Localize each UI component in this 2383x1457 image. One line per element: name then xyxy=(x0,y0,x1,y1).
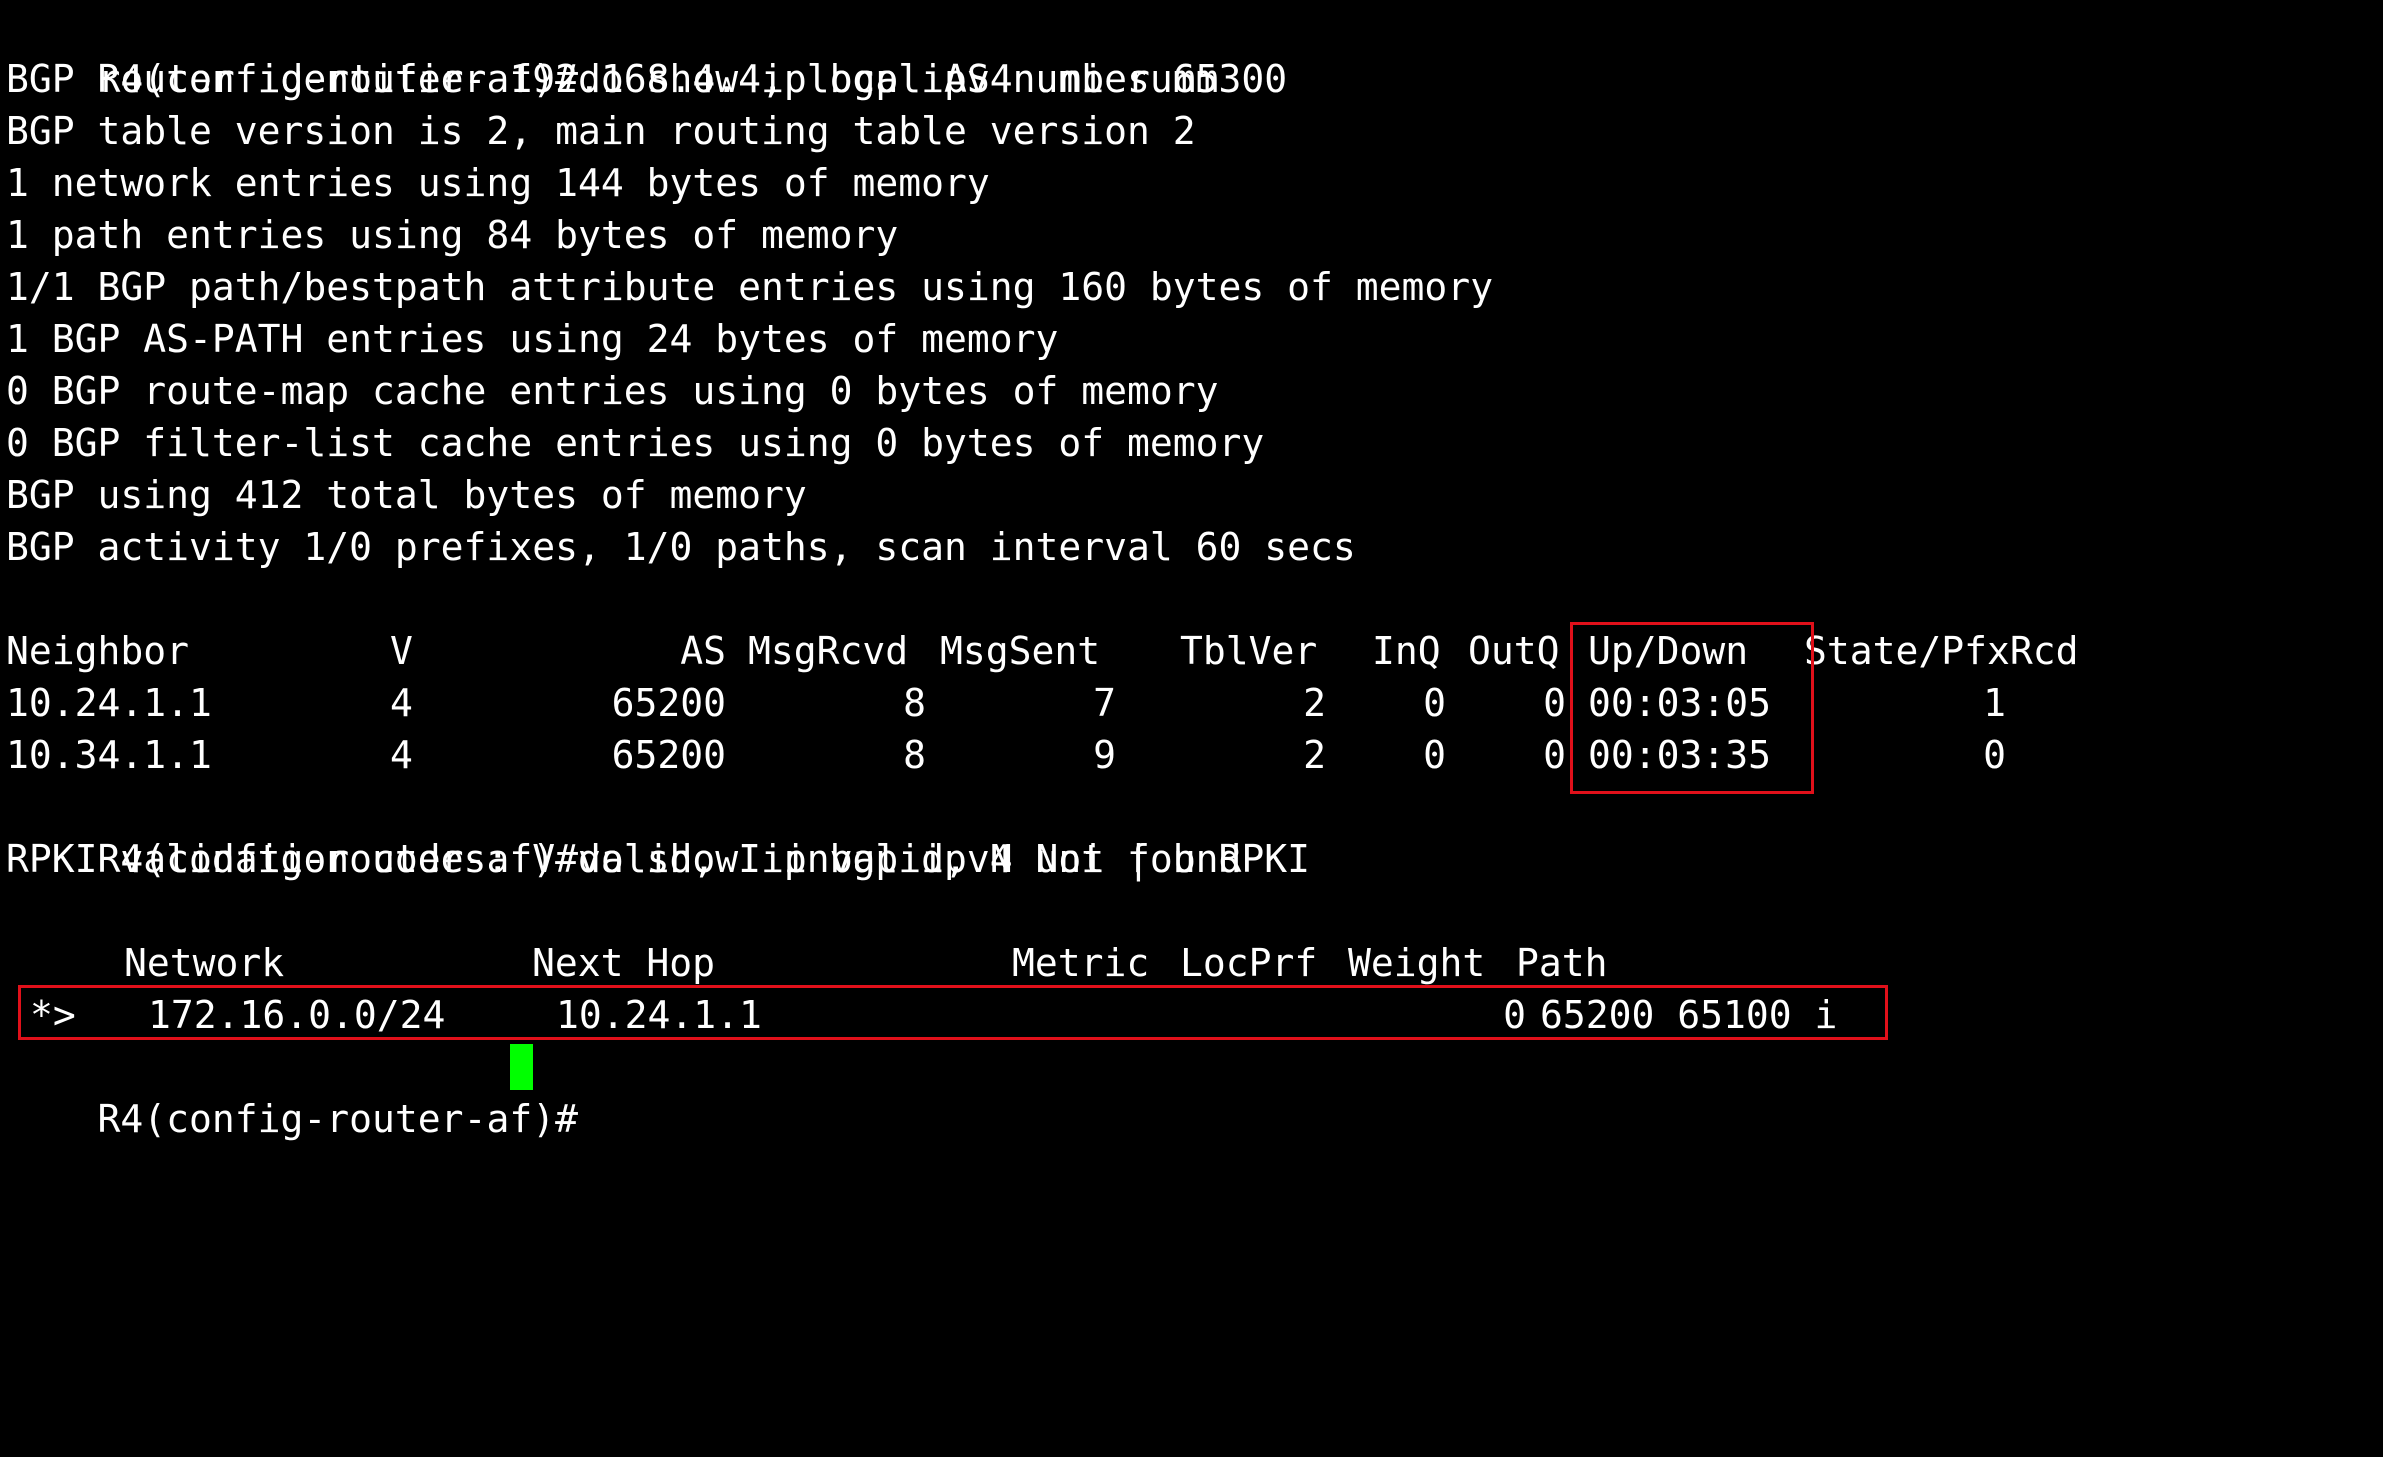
neighbor-tblver: 2 xyxy=(1303,681,1326,725)
output-line: 0 BGP filter-list cache entries using 0 … xyxy=(6,421,1265,465)
output-line: BGP activity 1/0 prefixes, 1/0 paths, sc… xyxy=(6,525,1356,569)
route-table-header: Network Next Hop Metric LocPrf Weight Pa… xyxy=(6,937,2206,989)
neighbor-address: 10.24.1.1 xyxy=(6,681,212,725)
col-header-outq: OutQ xyxy=(1468,629,1560,673)
col-header-tblver: TblVer xyxy=(1180,629,1318,673)
prompt: R4(config-router-af)# xyxy=(97,1097,578,1141)
final-prompt-line[interactable]: R4(config-router-af)# xyxy=(6,1041,578,1141)
neighbor-as: 65200 xyxy=(611,681,726,725)
output-line: 0 BGP route-map cache entries using 0 by… xyxy=(6,369,1219,413)
output-line: 1/1 BGP path/bestpath attribute entries … xyxy=(6,265,1494,309)
neighbor-row: 10.24.1.1 4 65200 8 7 2 0 0 00:03:05 1 xyxy=(6,677,2206,729)
route-highlight-box xyxy=(18,985,1888,1040)
col-header-state: State/PfxRcd xyxy=(1804,629,2079,673)
neighbor-row: 10.34.1.1 4 65200 8 9 2 0 0 00:03:35 0 xyxy=(6,729,2206,781)
col-header-neighbor: Neighbor xyxy=(6,629,190,673)
col-header-inq: InQ xyxy=(1372,629,1441,673)
neighbor-address: 10.34.1.1 xyxy=(6,733,212,777)
neighbor-outq: 0 xyxy=(1543,733,1566,777)
summary-command-line: R4(config-router-af)#do show ip bgp ipv4… xyxy=(6,1,1219,101)
terminal-window[interactable]: R4(config-router-af)#do show ip bgp ipv4… xyxy=(6,0,2383,1141)
neighbor-as: 65200 xyxy=(611,733,726,777)
cursor xyxy=(510,1044,533,1090)
neighbor-version: 4 xyxy=(390,733,413,777)
neighbor-inq: 0 xyxy=(1423,733,1446,777)
output-line: 1 path entries using 84 bytes of memory xyxy=(6,213,899,257)
col-header-path: Path xyxy=(1516,941,1608,985)
col-header-v: V xyxy=(390,629,413,673)
neighbor-outq: 0 xyxy=(1543,681,1566,725)
rpki-legend: RPKI validation codes: V valid, I invali… xyxy=(6,837,1242,881)
neighbor-version: 4 xyxy=(390,681,413,725)
neighbor-table-header: Neighbor V AS MsgRcvd MsgSent TblVer InQ… xyxy=(6,625,2206,677)
output-line: 1 BGP AS-PATH entries using 24 bytes of … xyxy=(6,317,1059,361)
neighbor-msgrcvd: 8 xyxy=(903,681,926,725)
col-header-metric: Metric xyxy=(1012,941,1150,985)
col-header-msgrcvd: MsgRcvd xyxy=(748,629,909,673)
output-line: BGP router identifier 192.168.4.4, local… xyxy=(6,57,1288,101)
output-line: BGP using 412 total bytes of memory xyxy=(6,473,807,517)
rpki-command-line: R4(config-router-af)#do show ip bgp ipv4… xyxy=(6,781,1311,881)
output-line: 1 network entries using 144 bytes of mem… xyxy=(6,161,990,205)
col-header-msgsent: MsgSent xyxy=(940,629,1101,673)
output-line: BGP table version is 2, main routing tab… xyxy=(6,109,1196,153)
col-header-weight: Weight xyxy=(1348,941,1486,985)
col-header-locprf: LocPrf xyxy=(1180,941,1318,985)
neighbor-state: 1 xyxy=(1983,681,2006,725)
neighbor-msgsent: 9 xyxy=(1093,733,1116,777)
updown-highlight-box xyxy=(1570,622,1814,794)
col-header-as: AS xyxy=(680,629,726,673)
neighbor-msgrcvd: 8 xyxy=(903,733,926,777)
neighbor-state: 0 xyxy=(1983,733,2006,777)
neighbor-tblver: 2 xyxy=(1303,733,1326,777)
col-header-nexthop: Next Hop xyxy=(532,941,716,985)
neighbor-inq: 0 xyxy=(1423,681,1446,725)
neighbor-msgsent: 7 xyxy=(1093,681,1116,725)
col-header-network: Network xyxy=(124,941,285,985)
